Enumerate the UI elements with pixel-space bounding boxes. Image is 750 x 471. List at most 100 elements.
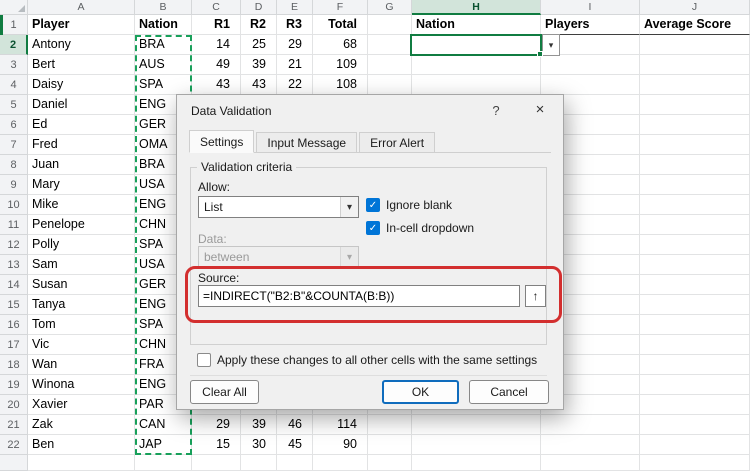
cell-F[interactable] — [313, 455, 368, 471]
cell-D1[interactable]: R2 — [241, 15, 277, 35]
cell-A12[interactable]: Polly — [28, 235, 135, 255]
row-header-17[interactable]: 17 — [0, 335, 28, 355]
cell-I21[interactable] — [541, 415, 640, 435]
cell-C1[interactable]: R1 — [192, 15, 241, 35]
cell-A5[interactable]: Daniel — [28, 95, 135, 115]
row-header-20[interactable]: 20 — [0, 395, 28, 415]
column-header-H[interactable]: H — [412, 0, 541, 15]
cell-J4[interactable] — [640, 75, 750, 95]
cell-I22[interactable] — [541, 435, 640, 455]
cell-E2[interactable]: 29 — [277, 35, 313, 55]
cell-A17[interactable]: Vic — [28, 335, 135, 355]
tab-input-message[interactable]: Input Message — [256, 132, 357, 152]
cell-B1[interactable]: Nation — [135, 15, 192, 35]
cell-J17[interactable] — [640, 335, 750, 355]
column-header-E[interactable]: E — [277, 0, 313, 15]
row-header-11[interactable]: 11 — [0, 215, 28, 235]
source-input[interactable] — [198, 285, 520, 307]
cell-J19[interactable] — [640, 375, 750, 395]
cell-J14[interactable] — [640, 275, 750, 295]
tab-error-alert[interactable]: Error Alert — [359, 132, 435, 152]
cell-J16[interactable] — [640, 315, 750, 335]
cell-A3[interactable]: Bert — [28, 55, 135, 75]
cell-F21[interactable]: 114 — [313, 415, 368, 435]
cell-A22[interactable]: Ben — [28, 435, 135, 455]
cancel-button[interactable]: Cancel — [469, 380, 549, 404]
cell-A14[interactable]: Susan — [28, 275, 135, 295]
cell-D[interactable] — [241, 455, 277, 471]
row-header-12[interactable]: 12 — [0, 235, 28, 255]
row-header-partial[interactable] — [0, 455, 28, 471]
cell-A13[interactable]: Sam — [28, 255, 135, 275]
cell-A20[interactable]: Xavier — [28, 395, 135, 415]
cell-B21[interactable]: CAN — [135, 415, 192, 435]
cell-C3[interactable]: 49 — [192, 55, 241, 75]
column-header-C[interactable]: C — [192, 0, 241, 15]
cell-E3[interactable]: 21 — [277, 55, 313, 75]
cell-J11[interactable] — [640, 215, 750, 235]
cell-F22[interactable]: 90 — [313, 435, 368, 455]
close-button[interactable]: × — [529, 100, 551, 120]
cell-D22[interactable]: 30 — [241, 435, 277, 455]
column-header-J[interactable]: J — [640, 0, 750, 15]
cell-J5[interactable] — [640, 95, 750, 115]
cell-I1[interactable]: Players — [541, 15, 640, 35]
cell-E1[interactable]: R3 — [277, 15, 313, 35]
cell-J7[interactable] — [640, 135, 750, 155]
ignore-blank-checkbox[interactable]: ✓ Ignore blank — [366, 198, 452, 212]
cell-F2[interactable]: 68 — [313, 35, 368, 55]
fill-handle[interactable] — [537, 51, 543, 57]
cell-A8[interactable]: Juan — [28, 155, 135, 175]
cell-G4[interactable] — [368, 75, 412, 95]
cell-D4[interactable]: 43 — [241, 75, 277, 95]
cell-B3[interactable]: AUS — [135, 55, 192, 75]
cell-J2[interactable] — [640, 35, 750, 55]
row-header-18[interactable]: 18 — [0, 355, 28, 375]
cell-A21[interactable]: Zak — [28, 415, 135, 435]
cell-J21[interactable] — [640, 415, 750, 435]
cell-C[interactable] — [192, 455, 241, 471]
row-header-9[interactable]: 9 — [0, 175, 28, 195]
cell-A6[interactable]: Ed — [28, 115, 135, 135]
cell-H[interactable] — [412, 455, 541, 471]
cell-H4[interactable] — [412, 75, 541, 95]
cell-J18[interactable] — [640, 355, 750, 375]
column-header-I[interactable]: I — [541, 0, 640, 15]
help-button[interactable]: ? — [487, 102, 505, 120]
cell-E22[interactable]: 45 — [277, 435, 313, 455]
cell-I3[interactable] — [541, 55, 640, 75]
cell-H21[interactable] — [412, 415, 541, 435]
row-header-13[interactable]: 13 — [0, 255, 28, 275]
cell-D3[interactable]: 39 — [241, 55, 277, 75]
cell-B2[interactable]: BRA — [135, 35, 192, 55]
cell-D2[interactable]: 25 — [241, 35, 277, 55]
cell-A15[interactable]: Tanya — [28, 295, 135, 315]
cell-A19[interactable]: Winona — [28, 375, 135, 395]
row-header-1[interactable]: 1 — [0, 15, 28, 35]
clear-all-button[interactable]: Clear All — [190, 380, 259, 404]
in-cell-dropdown-checkbox[interactable]: ✓ In-cell dropdown — [366, 221, 474, 235]
cell-C4[interactable]: 43 — [192, 75, 241, 95]
cell-A7[interactable]: Fred — [28, 135, 135, 155]
cell-A2[interactable]: Antony — [28, 35, 135, 55]
cell-A18[interactable]: Wan — [28, 355, 135, 375]
cell-C2[interactable]: 14 — [192, 35, 241, 55]
cell-J13[interactable] — [640, 255, 750, 275]
cell-E[interactable] — [277, 455, 313, 471]
cell-A[interactable] — [28, 455, 135, 471]
column-header-D[interactable]: D — [241, 0, 277, 15]
row-header-14[interactable]: 14 — [0, 275, 28, 295]
cell-I4[interactable] — [541, 75, 640, 95]
cell-A1[interactable]: Player — [28, 15, 135, 35]
cell-J22[interactable] — [640, 435, 750, 455]
cell-C22[interactable]: 15 — [192, 435, 241, 455]
cell-J6[interactable] — [640, 115, 750, 135]
cell-J3[interactable] — [640, 55, 750, 75]
row-header-6[interactable]: 6 — [0, 115, 28, 135]
cell-J15[interactable] — [640, 295, 750, 315]
cell-H3[interactable] — [412, 55, 541, 75]
cell-J9[interactable] — [640, 175, 750, 195]
cell-J8[interactable] — [640, 155, 750, 175]
cell-G1[interactable] — [368, 15, 412, 35]
cell-J1[interactable]: Average Score — [640, 15, 750, 35]
